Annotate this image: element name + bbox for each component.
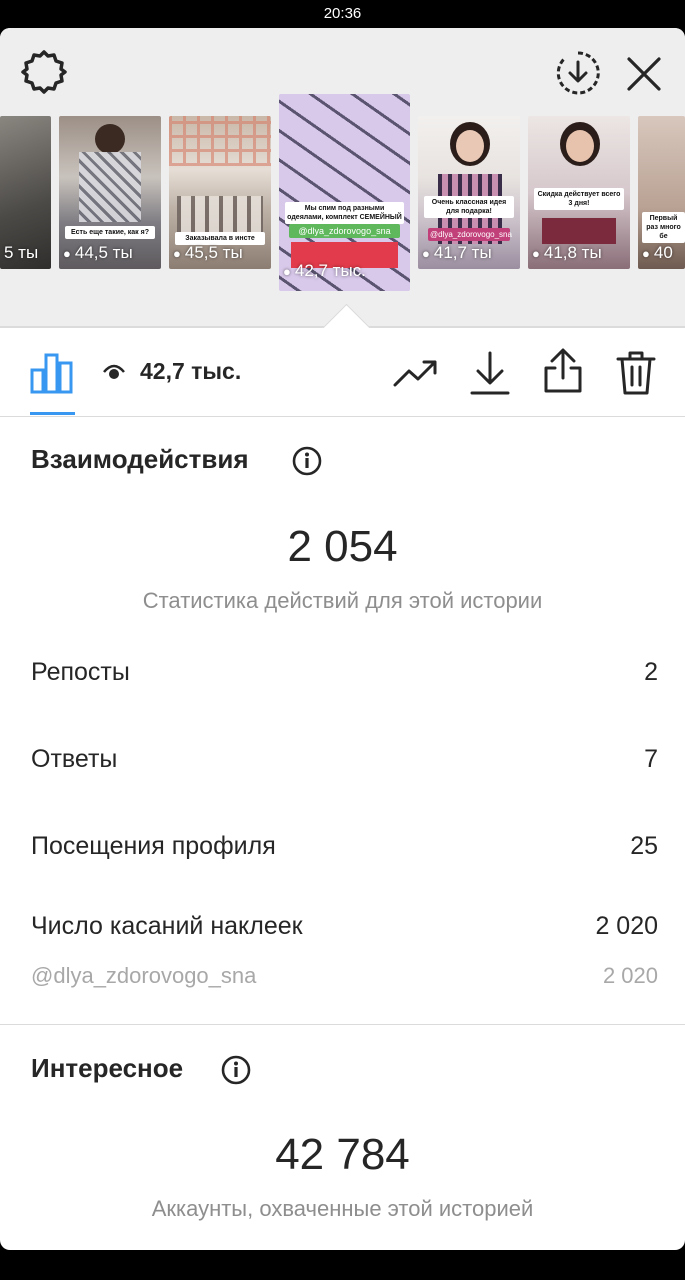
gear-icon[interactable]: [20, 48, 68, 96]
views-count: 5 ты: [4, 243, 39, 262]
reposts-value: 2: [644, 658, 658, 686]
story-caption: Первый раз много бе: [642, 212, 685, 243]
story-caption: Мы спим под разными одеялами, комплект С…: [285, 202, 404, 224]
story-insights-sheet: 5 ты Есть еще такие, как я? ● 44,5 ты Зак…: [0, 28, 685, 1250]
replies-label: Ответы: [31, 745, 118, 773]
story-thumbnail[interactable]: 5 ты: [0, 116, 51, 269]
story-thumbnail[interactable]: Есть еще такие, как я? ● 44,5 ты: [59, 116, 161, 269]
story-thumbnail[interactable]: Скидка действует всего 3 дня! ● 41,8 ты: [528, 116, 630, 269]
status-time: 20:36: [323, 5, 362, 22]
trash-icon[interactable]: [616, 350, 656, 396]
active-tab-indicator: [30, 412, 75, 415]
views-count: 42,7 тыс.: [140, 358, 242, 384]
story-mention: @dlya_zdorovogo_sna: [428, 228, 512, 241]
screen-bottom-bezel: [0, 1250, 685, 1280]
interactions-subtitle: Статистика действий для этой истории: [142, 588, 543, 613]
story-thumbnail[interactable]: Заказывала в инсте ● 45,5 ты: [169, 116, 271, 269]
sticker-taps-value: 2 020: [595, 912, 658, 940]
story-thumbnail-selected[interactable]: Мы спим под разными одеялами, комплект С…: [279, 94, 410, 291]
story-caption: Очень классная идея для подарка!: [424, 196, 514, 218]
sticker-taps-label: Число касаний наклеек: [31, 912, 303, 940]
sticker-mention-label[interactable]: @dlya_zdorovogo_sna: [31, 963, 256, 989]
eye-icon: [103, 364, 125, 379]
info-icon[interactable]: [292, 446, 322, 476]
profile-visits-value: 25: [630, 832, 658, 860]
story-thumbnail[interactable]: Первый раз много бе ● 40: [638, 116, 685, 269]
story-caption: Есть еще такие, как я?: [65, 226, 155, 239]
close-icon[interactable]: [624, 54, 664, 94]
story-caption: Скидка действует всего 3 дня!: [534, 188, 624, 210]
section-divider: [0, 1024, 685, 1025]
sticker-mention-value: 2 020: [602, 963, 658, 988]
views-count: 40: [653, 243, 673, 262]
views-count: 41,7 ты: [433, 243, 492, 262]
download-icon[interactable]: [470, 350, 510, 396]
interactions-title: Взаимодействия: [31, 444, 249, 474]
views-count: 44,5 ты: [74, 243, 133, 262]
discovery-total: 42 784: [275, 1130, 410, 1179]
discovery-title: Интересное: [31, 1053, 184, 1083]
profile-visits-label: Посещения профиля: [31, 832, 276, 860]
interactions-total: 2 054: [287, 522, 398, 571]
views-count: 45,5 ты: [184, 243, 243, 262]
trending-icon[interactable]: [393, 355, 439, 391]
views-count: 42,7 тыс.: [294, 261, 366, 280]
save-story-icon[interactable]: [555, 50, 601, 96]
story-thumbnail-strip[interactable]: 5 ты Есть еще такие, как я? ● 44,5 ты Зак…: [0, 28, 685, 328]
story-mention: @dlya_zdorovogo_sna: [289, 224, 400, 238]
insights-toolbar: 42,7 тыс.: [0, 328, 685, 417]
bar-chart-icon[interactable]: [30, 352, 74, 394]
story-thumbnail[interactable]: Очень классная идея для подарка! @dlya_z…: [418, 116, 520, 269]
views-count: 41,8 ты: [543, 243, 602, 262]
discovery-subtitle: Аккаунты, охваченные этой историей: [151, 1196, 534, 1221]
share-icon[interactable]: [543, 348, 583, 394]
reposts-label: Репосты: [31, 658, 130, 686]
replies-value: 7: [644, 745, 658, 773]
info-icon[interactable]: [221, 1055, 251, 1085]
status-bar: 20:36: [0, 0, 685, 28]
